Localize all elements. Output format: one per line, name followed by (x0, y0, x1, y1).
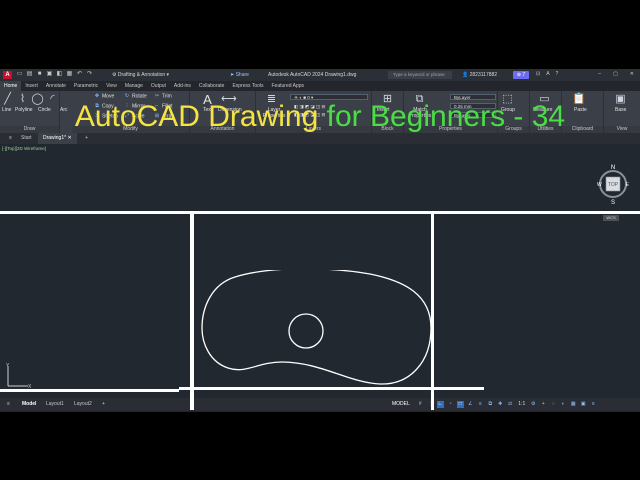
redo-icon[interactable]: ↷ (86, 71, 93, 78)
tab-express-tools[interactable]: Express Tools (228, 81, 267, 91)
viewcube[interactable]: TOP N S W E (596, 163, 630, 205)
open-icon[interactable]: ▤ (26, 71, 33, 78)
close-icon[interactable]: ✕ (630, 71, 634, 77)
tab-annotate[interactable]: Annotate (42, 81, 70, 91)
workspace-switcher[interactable]: ⚙ Drafting & Annotation ▾ (112, 71, 169, 79)
undo-icon[interactable]: ↶ (76, 71, 83, 78)
video-headline: AutoCAD Drawing for Beginners - 34 (0, 96, 640, 138)
tab-output[interactable]: Output (147, 81, 170, 91)
isolate-icon[interactable]: ◐ (560, 401, 567, 408)
lineweight-icon[interactable]: ≡ (477, 401, 484, 408)
layout-menu-icon[interactable]: ≡ (3, 398, 14, 411)
viewport-controls[interactable]: [-][Top][2D Wireframe] (2, 146, 46, 151)
units-icon[interactable]: ◌ (550, 401, 557, 408)
share-label: Share (235, 72, 249, 78)
tab-view[interactable]: View (102, 81, 121, 91)
compass-north[interactable]: N (611, 165, 615, 171)
viewcube-face[interactable]: TOP (608, 182, 619, 188)
otrack-icon[interactable]: ∠ (467, 401, 474, 408)
ortho-icon[interactable]: ∟ (436, 401, 444, 408)
maximize-icon[interactable]: ▢ (613, 71, 618, 77)
customize-icon[interactable]: ≡ (590, 401, 597, 408)
tab-manage[interactable]: Manage (121, 81, 147, 91)
polar-icon[interactable]: ◔ (447, 401, 454, 408)
help-tools: ⊡ A ? (536, 71, 558, 77)
window-controls: – ▢ ✕ (598, 71, 634, 77)
status-bar: ≡ Model Layout1 Layout2 + MODEL # ⋮ ∟ ◔ … (0, 398, 640, 411)
selection-cycling-icon[interactable]: ⧉ (487, 401, 494, 408)
save-icon[interactable]: ■ (36, 71, 43, 78)
video-frame: A ▭ ▤ ■ ▣ ◧ ▦ ↶ ↷ ⚙ Drafting & Annotatio… (0, 0, 640, 480)
tab-featured-apps[interactable]: Featured Apps (268, 81, 309, 91)
add-layout-button[interactable]: + (98, 398, 109, 411)
compass-east[interactable]: E (626, 182, 630, 188)
apps-icon[interactable]: A (546, 71, 549, 77)
annotation-monitor-icon[interactable]: + (540, 401, 547, 408)
ucs-x-label: X (28, 384, 32, 390)
tab-collaborate[interactable]: Collaborate (195, 81, 229, 91)
wcs-menu[interactable]: WCS (603, 215, 619, 221)
hardware-acceleration-icon[interactable]: ▦ (570, 401, 577, 408)
search-input[interactable]: Type a keyword or phrase (388, 71, 452, 79)
user-account[interactable]: 👤 2823117882 (462, 71, 497, 79)
tab-model[interactable]: Model (18, 398, 40, 411)
model-space-button[interactable]: MODEL (392, 401, 410, 408)
compass-south[interactable]: S (611, 200, 615, 205)
grid-icon[interactable]: # (417, 401, 424, 408)
tab-layout1[interactable]: Layout1 (42, 398, 68, 411)
tab-home[interactable]: Home (0, 81, 22, 91)
annotation-visibility-icon[interactable]: ✚ (497, 401, 504, 408)
print-icon[interactable]: ▦ (66, 71, 73, 78)
save-as-icon[interactable]: ▣ (46, 71, 53, 78)
window-title: Autodesk AutoCAD 2024 Drawing1.dwg (268, 72, 357, 78)
web-icon[interactable]: ◧ (56, 71, 63, 78)
clean-screen-icon[interactable]: ▣ (580, 401, 587, 408)
tab-layout2[interactable]: Layout2 (70, 398, 96, 411)
help-icon[interactable]: ? (556, 71, 559, 77)
headline-part2: for Beginners - 34 (326, 100, 566, 133)
badge-count: 7 (522, 72, 526, 78)
workspace-icon[interactable]: ⚙ (530, 401, 537, 408)
headline-part1: AutoCAD Drawing (74, 100, 327, 133)
minimize-icon[interactable]: – (598, 71, 601, 77)
title-bar: A ▭ ▤ ■ ▣ ◧ ▦ ↶ ↷ ⚙ Drafting & Annotatio… (0, 69, 640, 81)
guide-line-left (190, 214, 194, 410)
quick-access-toolbar: ▭ ▤ ■ ▣ ◧ ▦ ↶ ↷ (16, 71, 93, 78)
workspace-label: Drafting & Annotation (117, 72, 166, 78)
kidney-outline (201, 270, 432, 385)
notifications-badge[interactable]: ⊕ 7 (513, 71, 529, 79)
scale-value[interactable]: 1:1 (517, 401, 527, 408)
autocad-logo-button[interactable]: A (3, 71, 12, 79)
user-id: 2823117882 (469, 72, 498, 78)
status-toggles: MODEL # ⋮ ∟ ◔ □ ∠ ≡ ⧉ ✚ ⚖ 1:1 ⚙ + ◌ ◐ ▦ … (392, 401, 597, 408)
new-icon[interactable]: ▭ (16, 71, 23, 78)
guide-line-horizontal (0, 211, 640, 214)
tab-insert[interactable]: Insert (21, 81, 42, 91)
inner-circle (288, 313, 324, 349)
tab-parametric[interactable]: Parametric (70, 81, 102, 91)
cart-icon[interactable]: ⊡ (536, 71, 540, 77)
tab-add-ins[interactable]: Add-ins (170, 81, 195, 91)
compass-west[interactable]: W (597, 182, 602, 188)
share-button[interactable]: ➤ Share (230, 71, 249, 79)
ucs-icon: Y X (6, 363, 32, 390)
ucs-y-label: Y (6, 363, 10, 369)
annotation-scale-icon[interactable]: ⚖ (507, 401, 514, 408)
drawing-geometry[interactable] (200, 270, 434, 388)
ribbon-tabs: Home Insert Annotate Parametric View Man… (0, 81, 640, 91)
osnap-icon[interactable]: □ (456, 401, 464, 408)
